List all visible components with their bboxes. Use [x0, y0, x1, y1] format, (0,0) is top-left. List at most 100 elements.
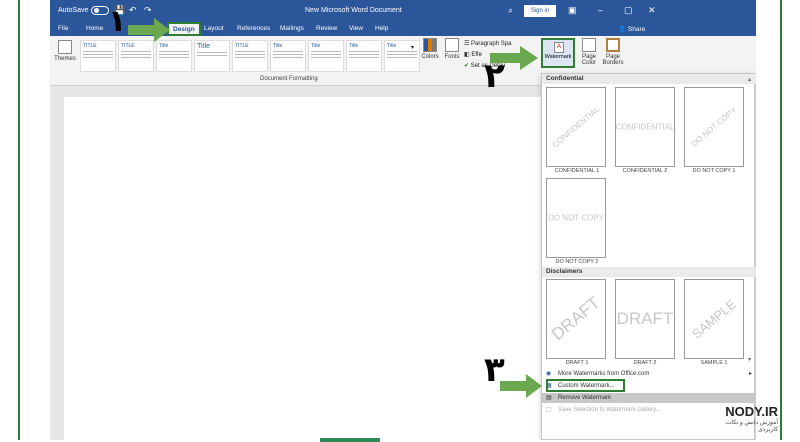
watermark-button[interactable]: A Watermark: [541, 38, 575, 68]
style-gallery-item[interactable]: Title: [194, 40, 230, 72]
watermark-option[interactable]: SAMPLE: [684, 279, 744, 359]
watermark-option[interactable]: DRAFT: [615, 279, 675, 359]
colors-button[interactable]: Colors: [420, 38, 440, 60]
watermark-option[interactable]: CONFIDENTIAL: [546, 87, 606, 167]
more-watermarks-item[interactable]: ◉ More Watermarks from Office.com ▸: [542, 369, 756, 379]
style-gallery-item[interactable]: Title: [346, 40, 382, 72]
tab-home[interactable]: Home: [86, 25, 103, 32]
tab-help[interactable]: Help: [375, 25, 388, 32]
effects-label: Effe: [471, 52, 482, 58]
site-logo-name: NODY.IR: [725, 404, 778, 419]
style-title-text: Title: [311, 43, 321, 49]
watermark-option[interactable]: DRAFT: [546, 279, 606, 359]
step-1-number: ١: [108, 4, 127, 39]
gallery-more-icon[interactable]: ▾: [411, 44, 414, 51]
custom-watermark-highlight: [546, 379, 625, 392]
site-logo: NODY.IR آموزش دانش و نکات کاربردی: [708, 404, 778, 433]
watermark-caption: DRAFT 2: [633, 360, 657, 366]
remove-watermark-label: Remove Watermark: [558, 395, 612, 401]
style-gallery-item[interactable]: TITLE: [80, 40, 116, 72]
scroll-down-icon[interactable]: ▾: [748, 356, 752, 363]
themes-icon: [58, 40, 72, 54]
watermark-caption: DRAFT 1: [565, 360, 589, 366]
watermark-preview-text: CONFIDENTIAL: [615, 122, 675, 132]
themes-button[interactable]: Themes: [54, 40, 76, 62]
watermark-label: Watermark: [544, 54, 572, 60]
style-title-text: Title: [197, 43, 210, 50]
tab-review[interactable]: Review: [316, 25, 337, 32]
site-logo-tagline: آموزش دانش و نکات کاربردی: [725, 420, 778, 433]
watermark-preview-text: DRAFT: [547, 293, 604, 345]
search-icon[interactable]: ⌕: [508, 5, 513, 16]
watermark-option[interactable]: CONFIDENTIAL: [615, 87, 675, 167]
style-gallery-item[interactable]: Title: [384, 40, 420, 72]
page-borders-button[interactable]: Page Borders: [602, 38, 624, 66]
share-button[interactable]: 👤 Share: [618, 25, 645, 33]
watermark-caption: CONFIDENTIAL 2: [622, 168, 668, 174]
watermark-option[interactable]: DO NOT COPY: [546, 178, 606, 258]
section-header-confidential: Confidential: [542, 74, 756, 84]
close-icon[interactable]: ✕: [648, 5, 656, 16]
group-label-document-formatting: Document Formatting: [260, 76, 318, 82]
scroll-up-icon[interactable]: ▴: [748, 76, 752, 83]
redo-icon[interactable]: ↷: [144, 5, 152, 16]
arrow-step-3-icon: [500, 374, 542, 398]
tab-view[interactable]: View: [349, 25, 363, 32]
bottom-green-tab: [320, 438, 380, 442]
tab-references[interactable]: References: [237, 25, 270, 32]
page-color-button[interactable]: Page Color: [578, 38, 600, 66]
style-title-text: Title: [349, 43, 359, 49]
minimize-icon[interactable]: –: [598, 5, 603, 15]
step-3-number: ٣: [484, 350, 505, 390]
tab-mailings[interactable]: Mailings: [280, 25, 304, 32]
themes-label: Themes: [54, 56, 76, 62]
watermark-caption: DO NOT COPY 1: [692, 168, 736, 174]
style-title-text: Title: [273, 43, 283, 49]
fonts-icon: [445, 38, 459, 52]
watermark-caption: SAMPLE 1: [700, 360, 728, 366]
tab-design[interactable]: Design: [167, 22, 201, 36]
autosave-toggle[interactable]: [91, 6, 109, 15]
style-title-text: Title: [387, 43, 397, 49]
arrow-step-1-icon: [128, 18, 170, 42]
watermark-caption: DO NOT COPY 2: [555, 259, 599, 265]
tab-layout[interactable]: Layout: [204, 25, 224, 32]
style-title-text: TITLE: [83, 43, 97, 49]
page-borders-icon: [606, 38, 620, 52]
ribbon-options-icon[interactable]: ▣: [568, 5, 577, 16]
document-page[interactable]: [64, 97, 554, 440]
check-icon: ✔: [464, 63, 471, 69]
watermark-option[interactable]: DO NOT COPY: [684, 87, 744, 167]
effects-button[interactable]: ◧ Effe: [464, 51, 482, 58]
style-gallery-item[interactable]: Title: [270, 40, 306, 72]
more-watermarks-label: More Watermarks from Office.com: [558, 371, 650, 377]
undo-icon[interactable]: ↶: [129, 5, 137, 16]
remove-watermark-item[interactable]: ▤ Remove Watermark: [542, 393, 756, 403]
remove-watermark-icon: ▤: [546, 395, 552, 401]
word-window: AutoSave 💾 ↶ ↷ New Microsoft Word Docume…: [50, 0, 756, 440]
save-gallery-icon: ▢: [546, 407, 552, 413]
fonts-label: Fonts: [444, 54, 460, 60]
save-to-gallery-label: Save Selection to Watermark Gallery...: [558, 407, 661, 413]
style-gallery-item[interactable]: Title: [156, 40, 192, 72]
office-icon: ◉: [546, 371, 552, 377]
sign-in-button[interactable]: Sign in: [524, 5, 556, 17]
page-borders-label: Page Borders: [602, 54, 624, 66]
colors-icon: [423, 38, 437, 52]
tab-file[interactable]: File: [58, 25, 68, 32]
style-gallery-item[interactable]: Title: [308, 40, 344, 72]
style-gallery-item[interactable]: TITLE: [118, 40, 154, 72]
share-icon: 👤: [618, 26, 628, 33]
fonts-button[interactable]: Fonts: [442, 38, 462, 60]
maximize-icon[interactable]: ▢: [624, 5, 633, 16]
style-gallery-item[interactable]: TITLE: [232, 40, 268, 72]
step-2-number: ٢: [484, 56, 505, 96]
autosave-label: AutoSave: [58, 7, 89, 14]
watermark-gallery: Confidential ▴ CONFIDENTIAL CONFIDENTIAL…: [541, 73, 756, 440]
page-color-icon: [582, 38, 596, 52]
colors-label: Colors: [421, 54, 439, 60]
watermark-preview-text: CONFIDENTIAL: [550, 104, 602, 150]
watermark-preview-text: SAMPLE: [688, 296, 740, 342]
share-label: Share: [627, 26, 646, 33]
style-title-text: TITLE: [235, 43, 249, 49]
